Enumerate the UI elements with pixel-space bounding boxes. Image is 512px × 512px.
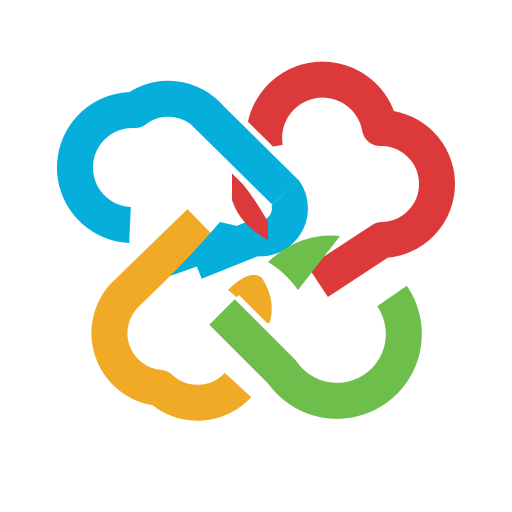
logo-canvas <box>0 0 512 512</box>
interlocking-links-logo-icon <box>56 55 461 427</box>
